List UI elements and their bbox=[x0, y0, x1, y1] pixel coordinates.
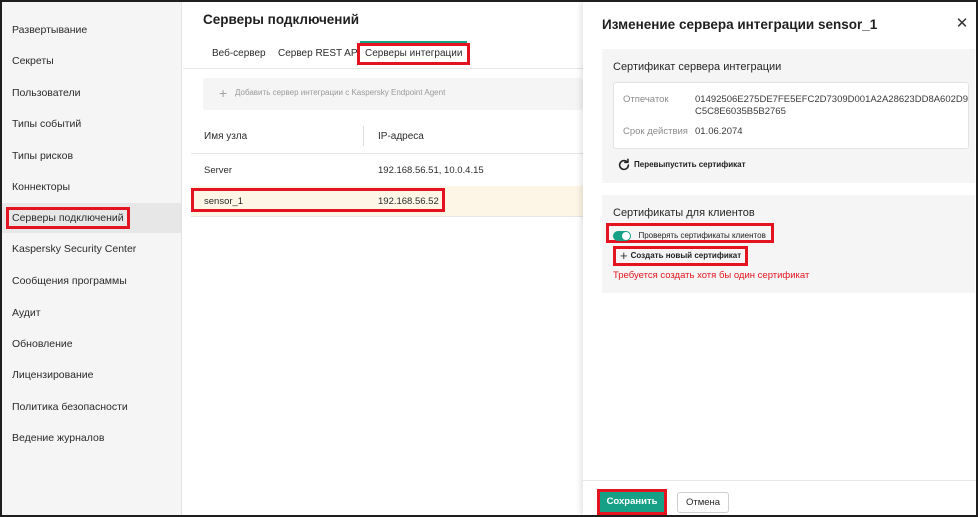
sidebar-item-deployment[interactable]: Развертывание bbox=[2, 15, 181, 45]
app-window: Развертывание Секреты Пользователи Типы … bbox=[0, 0, 978, 517]
cell-ip-addresses: 192.168.56.51, 10.0.4.15 bbox=[378, 165, 484, 176]
main-content: Серверы подключений Веб-сервер Сервер RE… bbox=[183, 2, 583, 515]
save-button[interactable]: Сохранить bbox=[597, 489, 667, 515]
sidebar-item-ksc[interactable]: Kaspersky Security Center bbox=[2, 234, 181, 264]
sidebar-item-update[interactable]: Обновление bbox=[2, 329, 181, 359]
sidebar-item-secrets[interactable]: Секреты bbox=[2, 46, 181, 76]
sidebar-item-connection-servers[interactable]: Серверы подключений bbox=[2, 203, 181, 233]
plus-icon: + bbox=[620, 248, 628, 263]
tab-rest-api-server[interactable]: Сервер REST API bbox=[278, 42, 360, 66]
fingerprint-value-line2: C5C8E6035B5B2765 bbox=[695, 106, 786, 117]
column-header-ip-addresses[interactable]: IP-адреса bbox=[378, 131, 424, 142]
close-icon[interactable]: ✕ bbox=[954, 16, 970, 32]
sidebar: Развертывание Секреты Пользователи Типы … bbox=[2, 2, 182, 515]
add-integration-server-label: Добавить сервер интеграции с Kaspersky E… bbox=[235, 88, 446, 97]
cell-host-name: sensor_1 bbox=[204, 196, 244, 207]
certificate-details: Отпечаток 01492506E275DE7FE5EFC2D7309D00… bbox=[613, 82, 969, 149]
sidebar-item-app-messages[interactable]: Сообщения программы bbox=[2, 266, 181, 296]
warning-message: Требуется создать хотя бы один сертифика… bbox=[613, 270, 810, 281]
plus-icon: + bbox=[219, 85, 228, 101]
sidebar-item-connectors[interactable]: Коннекторы bbox=[2, 172, 181, 202]
footer-divider bbox=[583, 480, 976, 481]
edit-integration-server-panel: Изменение сервера интеграции sensor_1 ✕ … bbox=[583, 2, 976, 515]
cell-ip-addresses: 192.168.56.52 bbox=[378, 196, 439, 207]
sidebar-item-label: Коннекторы bbox=[12, 181, 71, 193]
expiry-label: Срок действия bbox=[623, 126, 688, 137]
fingerprint-value-line1: 01492506E275DE7FE5EFC2D7309D001A2A28623D… bbox=[695, 94, 969, 105]
sidebar-item-label: Политика безопасности bbox=[12, 401, 128, 413]
expiry-value: 01.06.2074 bbox=[695, 126, 743, 137]
sidebar-item-label: Аудит bbox=[12, 307, 41, 319]
create-certificate-button[interactable]: + Создать новый сертификат bbox=[613, 246, 749, 266]
sidebar-item-licensing[interactable]: Лицензирование bbox=[2, 360, 181, 390]
sidebar-item-label: Пользователи bbox=[12, 87, 81, 99]
sidebar-item-label: Сообщения программы bbox=[12, 275, 127, 287]
sidebar-item-label: Обновление bbox=[12, 338, 73, 350]
sidebar-item-label: Секреты bbox=[12, 55, 54, 67]
client-certificates-section: Сертификаты для клиентов Проверять серти… bbox=[602, 195, 975, 293]
sidebar-item-event-types[interactable]: Типы событий bbox=[2, 109, 181, 139]
add-integration-server-button[interactable]: + Добавить сервер интеграции с Kaspersky… bbox=[203, 78, 583, 110]
create-certificate-label: Создать новый сертификат bbox=[630, 251, 742, 260]
sidebar-item-label: Типы событий bbox=[12, 118, 82, 130]
sidebar-item-label: Развертывание bbox=[12, 24, 88, 36]
save-button-label: Сохранить bbox=[606, 496, 658, 507]
table-header-divider bbox=[191, 153, 583, 154]
sidebar-item-logging[interactable]: Ведение журналов bbox=[2, 423, 181, 453]
sidebar-item-label: Типы рисков bbox=[12, 150, 74, 162]
sidebar-item-security-policy[interactable]: Политика безопасности bbox=[2, 392, 181, 422]
cell-host-name: Server bbox=[204, 165, 232, 176]
page-title: Серверы подключений bbox=[203, 12, 360, 27]
refresh-icon bbox=[618, 158, 630, 171]
panel-title: Изменение сервера интеграции sensor_1 bbox=[602, 17, 878, 32]
server-certificate-section: Сертификат сервера интеграции Отпечаток … bbox=[602, 49, 975, 183]
sidebar-item-audit[interactable]: Аудит bbox=[2, 298, 181, 328]
server-certificate-title: Сертификат сервера интеграции bbox=[613, 61, 782, 73]
column-divider bbox=[363, 126, 364, 146]
sidebar-item-label: Kaspersky Security Center bbox=[12, 243, 137, 255]
sidebar-item-label: Ведение журналов bbox=[12, 432, 105, 444]
sidebar-item-label: Серверы подключений bbox=[6, 207, 130, 229]
tab-web-server[interactable]: Веб-сервер bbox=[212, 42, 266, 66]
sidebar-item-label: Лицензирование bbox=[12, 369, 94, 381]
sidebar-item-risk-types[interactable]: Типы рисков bbox=[2, 141, 181, 171]
toggle-switch[interactable] bbox=[613, 230, 631, 241]
column-header-host-name[interactable]: Имя узла bbox=[204, 131, 247, 142]
tabs-divider bbox=[183, 68, 583, 69]
verify-client-certs-label: Проверять сертификаты клиентов bbox=[638, 231, 766, 241]
reissue-certificate-label: Перевыпустить сертификат bbox=[634, 160, 746, 169]
client-certificates-title: Сертификаты для клиентов bbox=[613, 207, 755, 219]
row-divider bbox=[191, 216, 583, 217]
fingerprint-label: Отпечаток bbox=[623, 94, 669, 105]
tab-integration-servers[interactable]: Серверы интеграции bbox=[357, 41, 471, 65]
sidebar-item-users[interactable]: Пользователи bbox=[2, 78, 181, 108]
verify-client-certs-toggle[interactable]: Проверять сертификаты клиентов bbox=[606, 223, 774, 243]
cancel-button[interactable]: Отмена bbox=[677, 492, 729, 513]
